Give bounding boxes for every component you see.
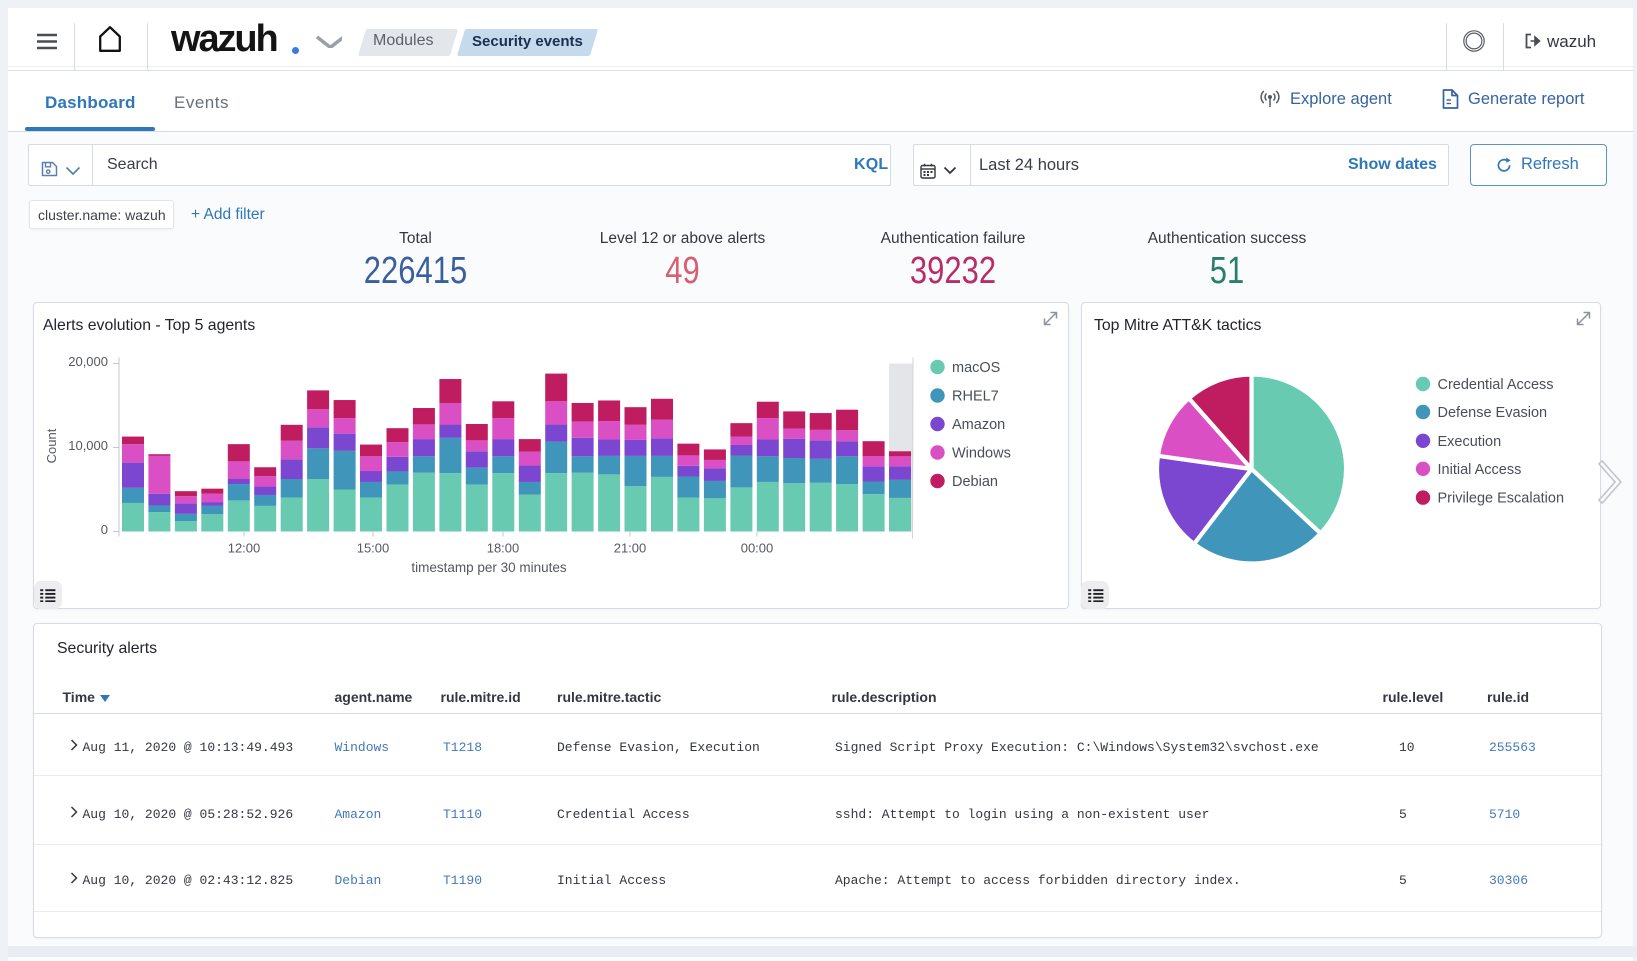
svg-text:RHEL7: RHEL7 (952, 389, 999, 405)
svg-text:20,000: 20,000 (68, 354, 108, 369)
svg-text:Defense Evasion: Defense Evasion (1437, 405, 1547, 421)
svg-text:macOS: macOS (952, 360, 1000, 376)
svg-text:21:00: 21:00 (614, 541, 647, 556)
svg-text:10,000: 10,000 (68, 438, 108, 453)
svg-text:15:00: 15:00 (357, 541, 390, 556)
svg-text:12:00: 12:00 (228, 541, 261, 556)
svg-text:00:00: 00:00 (741, 541, 774, 556)
svg-text:Windows: Windows (952, 446, 1011, 462)
svg-text:18:00: 18:00 (487, 541, 520, 556)
svg-text:Debian: Debian (952, 474, 998, 490)
svg-text:Count: Count (44, 428, 59, 463)
svg-text:timestamp per 30 minutes: timestamp per 30 minutes (411, 560, 567, 575)
svg-text:Privilege Escalation: Privilege Escalation (1437, 491, 1564, 507)
svg-text:Initial Access: Initial Access (1437, 462, 1521, 478)
svg-text:0: 0 (101, 522, 108, 537)
svg-text:Execution: Execution (1437, 434, 1501, 450)
svg-text:Credential Access: Credential Access (1437, 377, 1553, 393)
svg-text:Amazon: Amazon (952, 417, 1005, 433)
